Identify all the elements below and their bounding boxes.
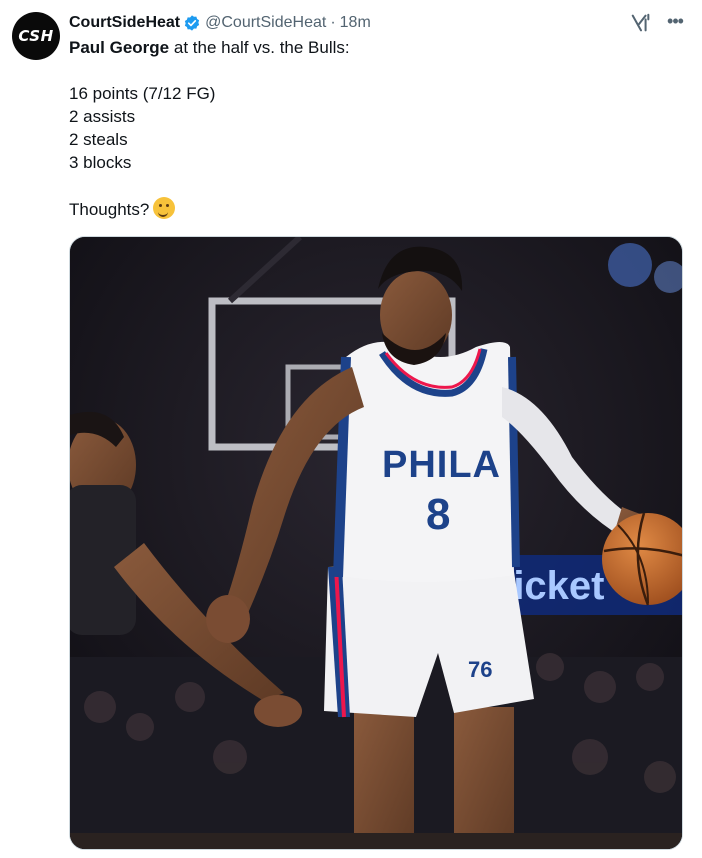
thinking-face-emoji xyxy=(153,197,176,219)
timestamp[interactable]: 18m xyxy=(340,14,371,32)
stat-line: 2 assists xyxy=(69,107,136,126)
tweet-text: Paul George at the half vs. the Bulls: 1… xyxy=(69,36,679,220)
more-options-icon[interactable]: ••• xyxy=(664,10,686,32)
jersey-text: PHILA xyxy=(382,444,501,486)
photo-illustration: ticket 76 PHILA 8 xyxy=(70,237,682,849)
verified-badge-icon xyxy=(185,15,200,31)
separator-dot: · xyxy=(330,14,336,31)
avatar[interactable]: CSH xyxy=(12,12,60,60)
tweet-photo[interactable]: ticket 76 PHILA 8 xyxy=(69,236,683,850)
shorts-logo: 76 xyxy=(468,657,492,682)
tweet-header: CourtSideHeat @CourtSideHeat · 18m xyxy=(69,12,371,34)
tweet-card[interactable]: CSH CourtSideHeat @CourtSideHeat · 18m •… xyxy=(0,0,702,858)
avatar-text: CSH xyxy=(18,27,54,45)
stat-line: 2 steals xyxy=(69,130,128,149)
stat-line: 16 points (7/12 FG) xyxy=(69,84,216,103)
jersey-number: 8 xyxy=(426,490,450,539)
handle[interactable]: @CourtSideHeat xyxy=(205,14,326,32)
headline-line: Paul George at the half vs. the Bulls: xyxy=(69,36,679,59)
stat-line: 3 blocks xyxy=(69,153,132,172)
grok-icon[interactable] xyxy=(630,12,652,34)
closing-text: Thoughts? xyxy=(69,200,150,219)
player-name[interactable]: Paul George xyxy=(69,38,169,57)
display-name[interactable]: CourtSideHeat xyxy=(69,14,180,32)
closing-line: Thoughts? xyxy=(69,197,679,220)
headline-rest: at the half vs. the Bulls: xyxy=(169,38,350,57)
